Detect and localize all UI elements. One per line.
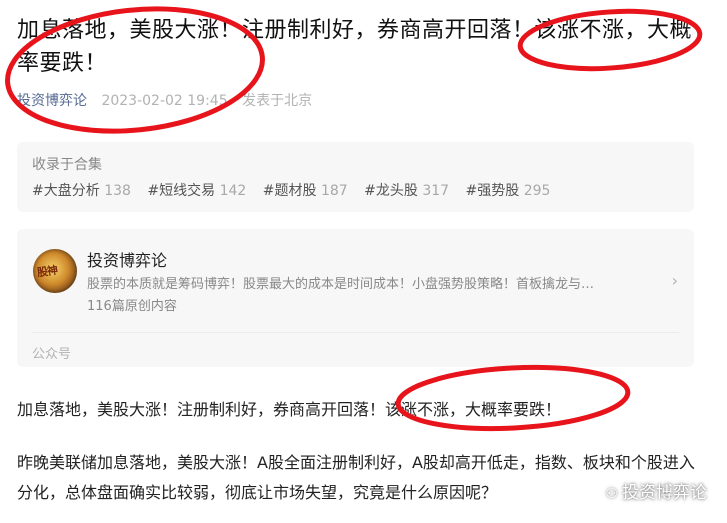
tag-item[interactable]: #大盘分析 138 bbox=[32, 183, 131, 199]
account-description: 股票的本质就是筹码博弈！股票最大的成本是时间成本！小盘强势股策略！首板擒龙与… bbox=[87, 277, 595, 292]
article-title: 加息落地，美股大涨！注册制利好，券商高开回落！该涨不涨，大概率要跌！ bbox=[17, 18, 693, 76]
tag-item[interactable]: #短线交易 142 bbox=[147, 183, 246, 199]
publish-location: 发表于北京 bbox=[242, 93, 313, 109]
divider bbox=[32, 332, 679, 333]
avatar-logo-mark: 股神 bbox=[36, 263, 58, 280]
tag-item[interactable]: #强势股 295 bbox=[466, 183, 551, 199]
account-type: 公众号 bbox=[32, 347, 72, 362]
account-card[interactable]: 股神 投资博弈论 股票的本质就是筹码博弈！股票最大的成本是时间成本！小盘强势股策… bbox=[17, 229, 694, 367]
watermark-text: 投资博弈论 bbox=[622, 483, 707, 503]
publish-date: 2023-02-02 19:45 bbox=[101, 93, 228, 109]
account-article-count: 116篇原创内容 bbox=[87, 299, 177, 314]
body-paragraph-1: 加息落地，美股大涨！注册制利好，券商高开回落！该涨不涨，大概率要跌！ bbox=[17, 400, 562, 419]
collection-label: 收录于合集 bbox=[32, 157, 102, 173]
collection-tags: #大盘分析 138 #短线交易 142 #题材股 187 #龙头股 317 #强… bbox=[32, 180, 562, 200]
author-link[interactable]: 投资博弈论 bbox=[17, 93, 87, 109]
collection-card: 收录于合集 #大盘分析 138 #短线交易 142 #题材股 187 #龙头股 … bbox=[17, 142, 694, 212]
wechat-icon: ⚇ bbox=[605, 486, 618, 502]
tag-item[interactable]: #题材股 187 bbox=[263, 183, 348, 199]
account-name: 投资博弈论 bbox=[87, 251, 168, 270]
account-avatar: 股神 bbox=[33, 249, 77, 293]
body-paragraph-2: 昨晚美联储加息落地，美股大涨！A股全面注册制利好，A股却高开低走，指数、板块和个… bbox=[17, 453, 695, 502]
article-meta: 投资博弈论 2023-02-02 19:45 发表于北京 bbox=[17, 90, 322, 110]
tag-item[interactable]: #龙头股 317 bbox=[364, 183, 449, 199]
chevron-right-icon[interactable]: › bbox=[672, 271, 678, 290]
watermark: ⚇ 投资博弈论 bbox=[605, 478, 707, 503]
